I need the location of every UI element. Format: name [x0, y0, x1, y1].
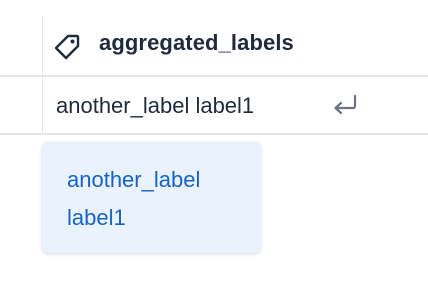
tag-icon [54, 34, 80, 60]
popup-label-link[interactable]: another_label [67, 167, 200, 193]
cell-value-text: another_label label1 [56, 93, 255, 118]
popup-label-link[interactable]: label1 [67, 205, 126, 231]
column-header-label: aggregated_labels [99, 30, 294, 55]
table-view: aggregated_labels another_label label1 a… [0, 0, 428, 286]
enter-return-icon[interactable] [330, 93, 360, 119]
label-popup: another_label label1 [42, 142, 261, 253]
